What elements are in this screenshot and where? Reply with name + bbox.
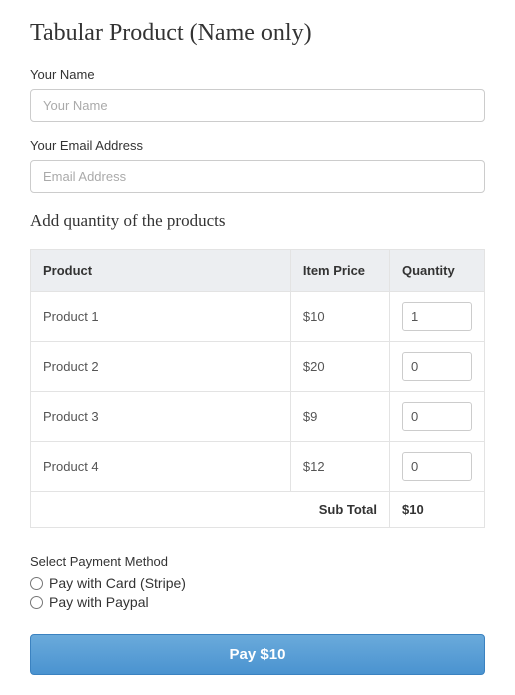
subtotal-label: Sub Total (31, 492, 390, 528)
product-name: Product 1 (31, 292, 291, 342)
radio-paypal[interactable] (30, 596, 43, 609)
name-input[interactable] (30, 89, 485, 122)
payment-option-label: Pay with Paypal (49, 594, 149, 610)
quantity-stepper[interactable] (402, 302, 472, 331)
product-name: Product 4 (31, 442, 291, 492)
email-input[interactable] (30, 160, 485, 193)
payment-option-paypal[interactable]: Pay with Paypal (30, 594, 485, 610)
product-price: $12 (290, 442, 389, 492)
column-header-product: Product (31, 250, 291, 292)
column-header-price: Item Price (290, 250, 389, 292)
subtotal-row: Sub Total $10 (31, 492, 485, 528)
product-price: $10 (290, 292, 389, 342)
subtotal-value: $10 (389, 492, 484, 528)
radio-stripe[interactable] (30, 577, 43, 590)
product-price: $20 (290, 342, 389, 392)
email-label: Your Email Address (30, 138, 485, 153)
pay-button[interactable]: Pay $10 (30, 634, 485, 675)
column-header-quantity: Quantity (389, 250, 484, 292)
payment-option-stripe[interactable]: Pay with Card (Stripe) (30, 575, 485, 591)
product-name: Product 3 (31, 392, 291, 442)
page-title: Tabular Product (Name only) (30, 20, 485, 47)
name-label: Your Name (30, 67, 485, 82)
table-row: Product 3 $9 (31, 392, 485, 442)
quantity-stepper[interactable] (402, 352, 472, 381)
payment-section: Select Payment Method Pay with Card (Str… (30, 554, 485, 610)
payment-option-label: Pay with Card (Stripe) (49, 575, 186, 591)
name-field-group: Your Name (30, 67, 485, 122)
email-field-group: Your Email Address (30, 138, 485, 193)
table-row: Product 1 $10 (31, 292, 485, 342)
quantity-stepper[interactable] (402, 402, 472, 431)
product-price: $9 (290, 392, 389, 442)
products-heading: Add quantity of the products (30, 211, 485, 231)
table-row: Product 4 $12 (31, 442, 485, 492)
products-table: Product Item Price Quantity Product 1 $1… (30, 249, 485, 528)
product-name: Product 2 (31, 342, 291, 392)
payment-title: Select Payment Method (30, 554, 485, 569)
quantity-stepper[interactable] (402, 452, 472, 481)
table-row: Product 2 $20 (31, 342, 485, 392)
